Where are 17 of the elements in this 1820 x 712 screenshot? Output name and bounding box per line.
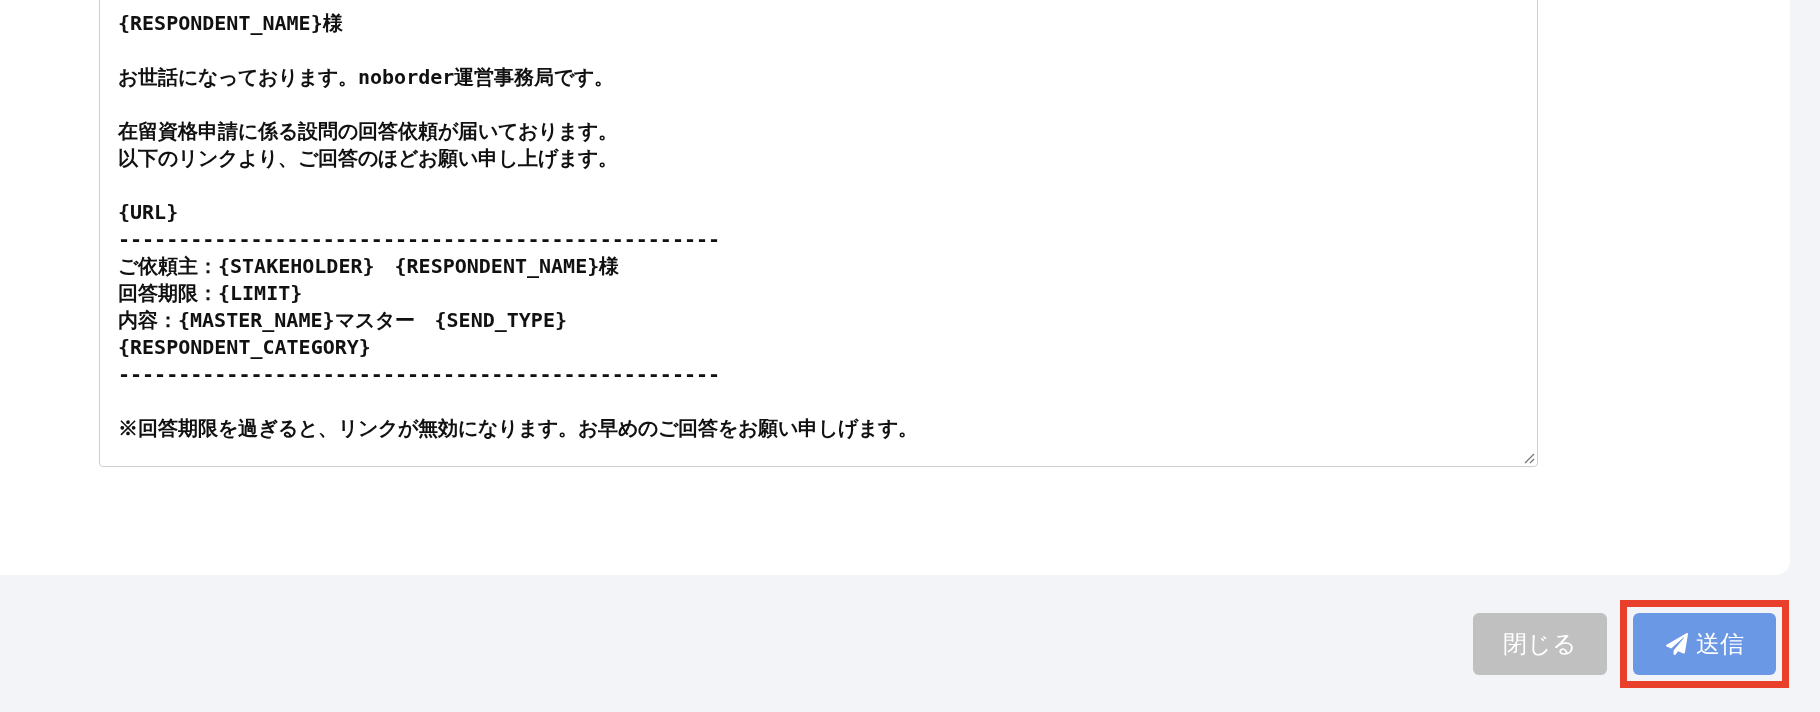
message-line: 回答期限：{LIMIT} [118, 280, 303, 307]
close-button[interactable]: 閉じる [1473, 613, 1607, 675]
message-line: ※回答期限を過ぎると、リンクが無効になります。お早めのご回答をお願い申しげます。 [118, 415, 918, 442]
message-line: 以下のリンクより、ご回答のほどお願い申し上げます。 [118, 145, 618, 172]
message-line: {RESPONDENT_CATEGORY} [118, 334, 371, 361]
send-button[interactable]: 送信 [1633, 613, 1776, 675]
paper-plane-icon [1665, 633, 1688, 655]
message-line: -------------------------------------------------- [118, 226, 721, 253]
message-line: {URL} [118, 199, 179, 226]
message-line: 在留資格申請に係る設問の回答依頼が届いております。 [118, 118, 618, 145]
message-line: -------------------------------------------------- [118, 361, 721, 388]
message-line: お世話になっております。noborder運営事務局です。 [118, 64, 615, 91]
message-line: {RESPONDENT_NAME}様 [118, 10, 343, 37]
message-field[interactable] [99, 0, 1538, 467]
message-line: 内容：{MASTER_NAME}マスター {SEND_TYPE} [118, 307, 567, 334]
resize-grip-icon[interactable] [1523, 452, 1535, 464]
message-line: ご依頼主：{STAKEHOLDER} {RESPONDENT_NAME}様 [118, 253, 620, 280]
